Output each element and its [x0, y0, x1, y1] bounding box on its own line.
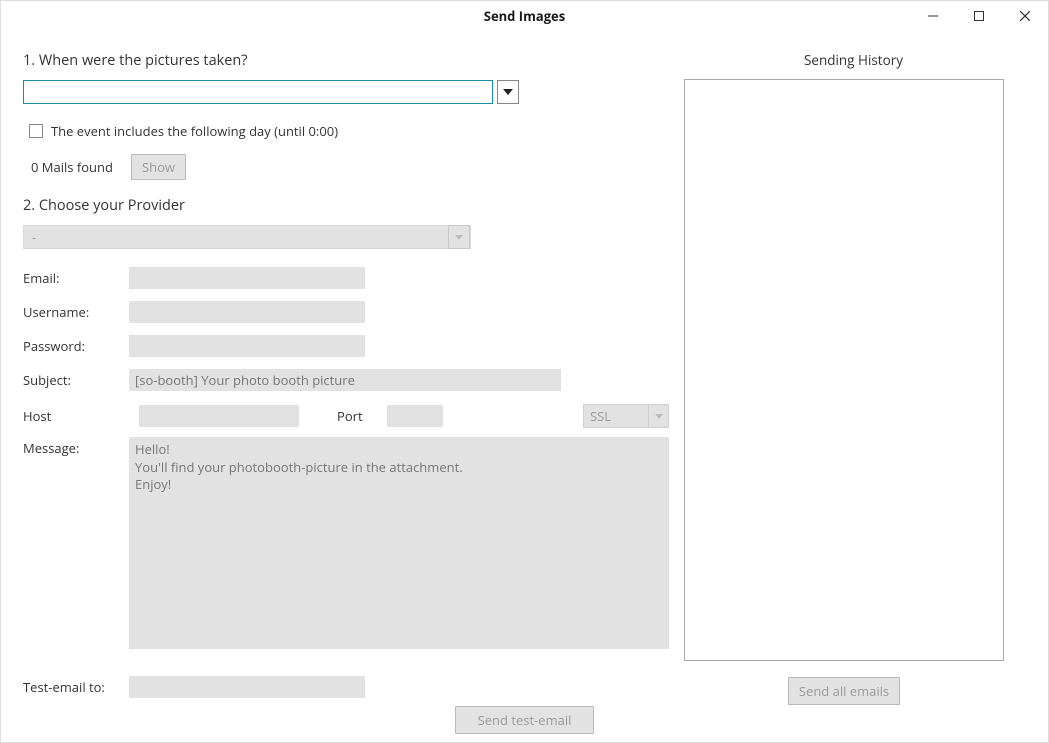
minimize-icon [928, 11, 938, 21]
send-test-button[interactable]: Send test-email [455, 706, 595, 734]
provider-dropdown-arrow [448, 225, 470, 249]
date-input[interactable] [23, 80, 493, 104]
minimize-button[interactable] [910, 1, 956, 31]
ssl-select[interactable]: SSL [583, 404, 669, 428]
mails-found-row: 0 Mails found Show [31, 154, 669, 180]
close-button[interactable] [1002, 1, 1048, 31]
password-field[interactable] [129, 335, 365, 357]
titlebar: Send Images [1, 1, 1048, 31]
username-label: Username: [23, 303, 129, 321]
chevron-down-icon [503, 89, 513, 95]
email-label: Email: [23, 269, 129, 287]
provider-value: - [32, 228, 36, 246]
include-next-day-label: The event includes the following day (un… [51, 122, 338, 140]
host-field[interactable] [139, 405, 299, 427]
ssl-value: SSL [590, 407, 611, 425]
show-button[interactable]: Show [131, 154, 186, 180]
provider-select[interactable]: - [23, 225, 471, 249]
subject-field[interactable] [129, 369, 561, 391]
test-email-row: Test-email to: [23, 676, 365, 698]
window-title: Send Images [1, 7, 1048, 25]
close-icon [1020, 11, 1030, 21]
section2-heading: 2. Choose your Provider [23, 196, 669, 215]
username-field[interactable] [129, 301, 365, 323]
email-field[interactable] [129, 267, 365, 289]
send-images-window: Send Images 1. When were the pictures ta… [0, 0, 1049, 743]
message-field[interactable] [129, 437, 669, 649]
message-label: Message: [23, 437, 129, 457]
maximize-button[interactable] [956, 1, 1002, 31]
chevron-down-icon [455, 235, 463, 240]
subject-label: Subject: [23, 371, 129, 389]
port-label: Port [337, 407, 387, 425]
include-next-day-row: The event includes the following day (un… [23, 122, 669, 140]
mails-found-text: 0 Mails found [31, 158, 113, 176]
include-next-day-checkbox[interactable] [29, 124, 43, 138]
history-list[interactable] [684, 79, 1004, 661]
history-title: Sending History [684, 51, 1023, 69]
right-column: Sending History Send all emails [669, 51, 1023, 732]
left-column: 1. When were the pictures taken? The eve… [23, 51, 669, 732]
form-grid: Email: Username: Password: Subject: Host [23, 261, 669, 649]
date-dropdown-button[interactable] [497, 80, 519, 104]
chevron-down-icon [655, 414, 663, 419]
content: 1. When were the pictures taken? The eve… [1, 31, 1048, 742]
test-email-field[interactable] [129, 676, 365, 698]
test-email-label: Test-email to: [23, 678, 129, 696]
maximize-icon [974, 11, 984, 21]
port-field[interactable] [387, 405, 443, 427]
send-test-row: Send test-email [1, 706, 1048, 734]
date-combo [23, 80, 519, 104]
send-all-button[interactable]: Send all emails [788, 677, 900, 705]
host-label: Host [23, 407, 129, 425]
window-controls [910, 1, 1048, 31]
section1-heading: 1. When were the pictures taken? [23, 51, 669, 70]
ssl-dropdown-arrow [648, 405, 668, 427]
provider-row: - [23, 225, 669, 249]
password-label: Password: [23, 337, 129, 355]
